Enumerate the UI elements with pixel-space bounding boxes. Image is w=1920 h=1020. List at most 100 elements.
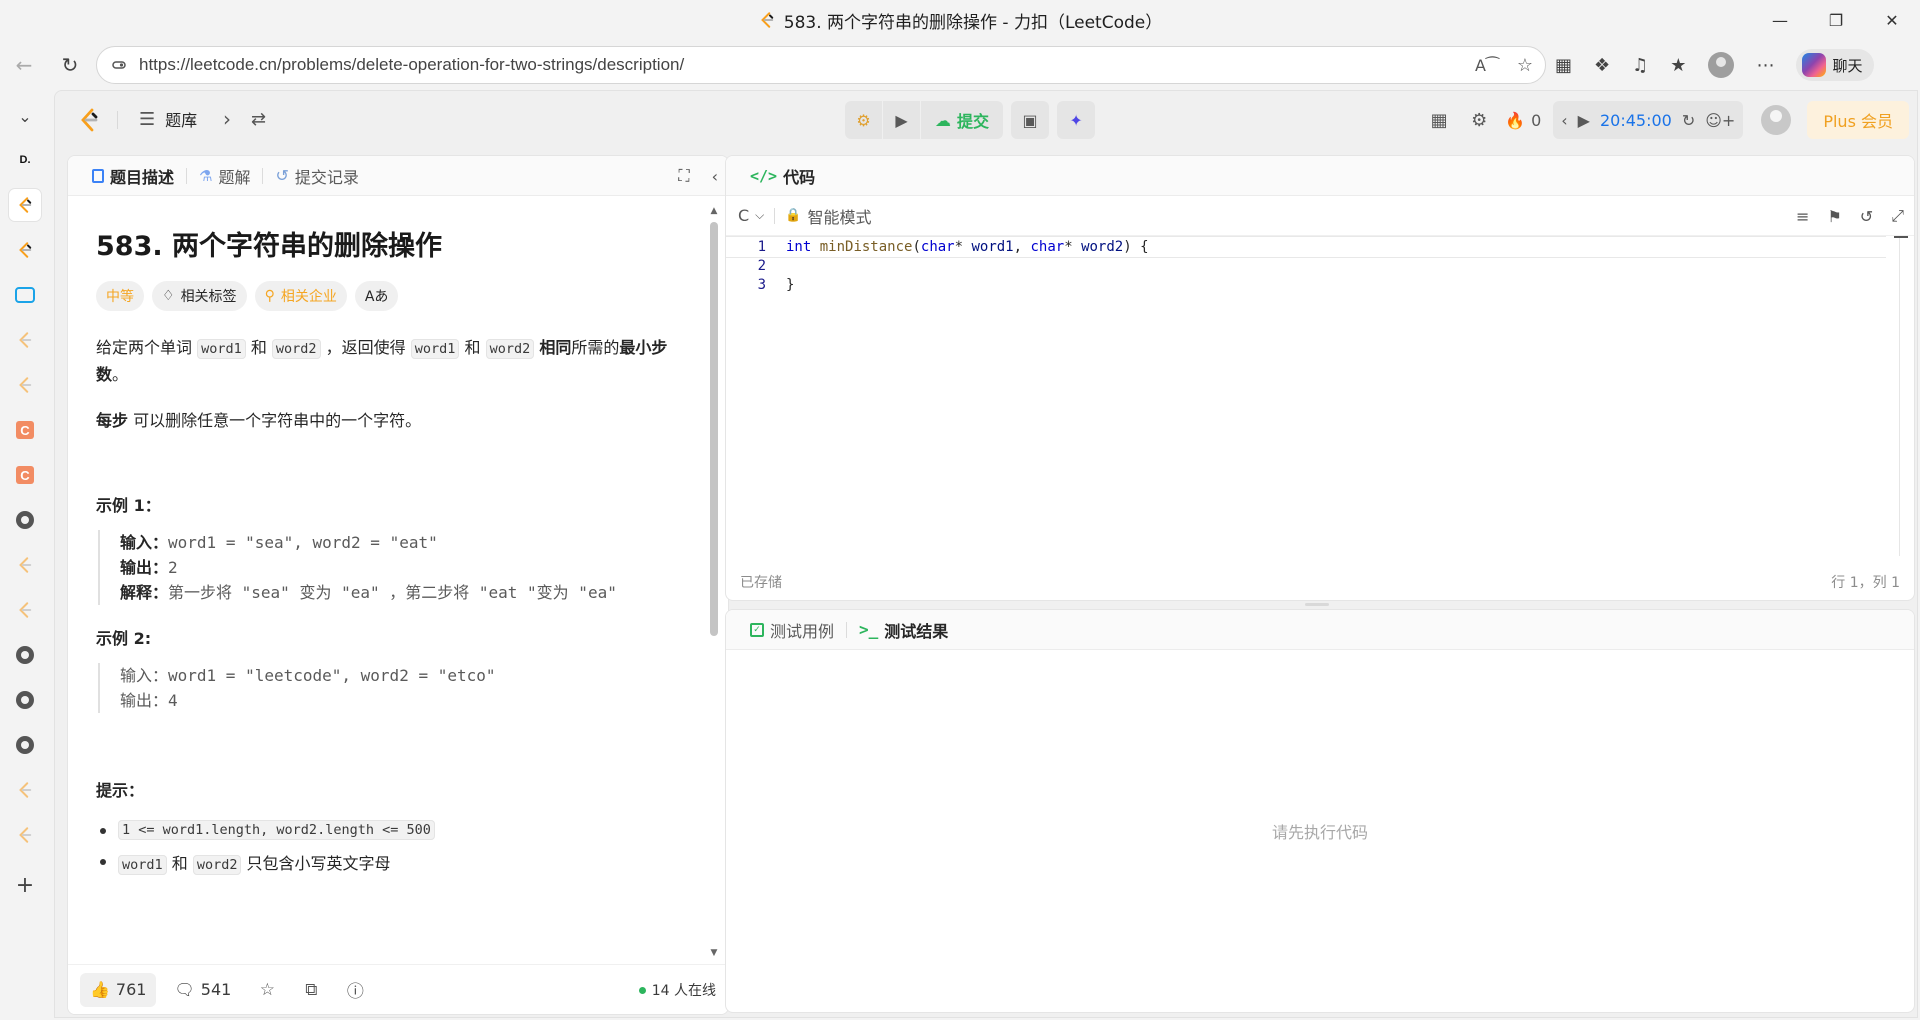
panel-resize-handle[interactable]	[1305, 603, 1329, 606]
code-text: int minDistance(char* word1, char* word2…	[786, 239, 1149, 255]
debug-icon[interactable]: ⚙	[845, 101, 883, 139]
address-bar[interactable]: https://leetcode.cn/problems/delete-oper…	[96, 46, 1546, 84]
problem-title[interactable]: 583. 两个字符串的删除操作	[96, 224, 682, 263]
sidebar-tab-github-2[interactable]	[9, 639, 41, 671]
sidebar-tab-leetcode-5[interactable]	[9, 549, 41, 581]
next-problem-icon[interactable]: ›	[223, 107, 231, 131]
font-size-button[interactable]: Aあ	[354, 281, 399, 311]
sidebar-tab-leetcode-8[interactable]	[9, 819, 41, 851]
tag-icon: ♢	[162, 288, 175, 304]
timer-play-icon[interactable]: ▶	[1578, 111, 1590, 130]
sidebar-collapse-icon[interactable]: ⌄	[9, 100, 41, 132]
description-paragraph-2: 每步 可以删除任意一个字符串中的一个字符。	[96, 411, 422, 430]
window-title: 583. 两个字符串的删除操作 - 力扣（LeetCode）	[758, 8, 1162, 33]
share-icon[interactable]: ⧉	[293, 973, 329, 1007]
github-icon	[16, 511, 34, 529]
fullscreen-icon[interactable]: ⛶	[678, 166, 689, 186]
c-site-icon: C	[16, 466, 34, 484]
sidebar-tab-leetcode-3[interactable]	[9, 324, 41, 356]
leetcode-icon	[19, 782, 32, 798]
sidebar-tab-leetcode-4[interactable]	[9, 369, 41, 401]
layout-grid-icon[interactable]: ▦	[1419, 101, 1459, 139]
checkbox-icon: ✓	[750, 622, 764, 637]
sidebar-tab-leetcode-7[interactable]	[9, 774, 41, 806]
favorite-star-icon[interactable]: ☆	[1517, 55, 1533, 76]
like-button[interactable]: 👍 761	[80, 972, 157, 1007]
minimize-button[interactable]: —	[1752, 0, 1808, 40]
collapse-panel-icon[interactable]: ‹	[712, 167, 718, 186]
tab-test-result[interactable]: >_ 测试结果	[847, 610, 960, 650]
bookmark-icon[interactable]: ⚑	[1827, 207, 1841, 226]
line-number: 1	[757, 239, 766, 255]
back-button[interactable]: ←	[4, 47, 44, 83]
streak-counter[interactable]: 🔥 0	[1505, 111, 1541, 130]
online-dot-icon	[638, 986, 646, 994]
saved-status: 已存储	[740, 575, 782, 591]
code-line[interactable]: 3 }	[726, 274, 1886, 296]
timer-collapse-icon[interactable]: ‹	[1561, 111, 1567, 130]
more-menu-icon[interactable]: ⋯	[1756, 55, 1774, 76]
sidebar-tab-leetcode-6[interactable]	[9, 594, 41, 626]
history-icon: ↺	[275, 166, 289, 185]
star-icon[interactable]: ☆	[249, 973, 285, 1007]
site-info-icon[interactable]	[111, 57, 127, 73]
media-icon[interactable]: ♫	[1632, 55, 1648, 76]
example-1-block: 输入：word1 = "sea", word2 = "eat" 输出：2 解释：…	[98, 530, 682, 605]
help-icon[interactable]: ⓘ	[337, 973, 373, 1007]
comments-button[interactable]: 🗨 541	[164, 973, 241, 1007]
constraints-list: 1 <= word1.length, word2.length <= 500 w…	[96, 819, 682, 875]
timer-reset-icon[interactable]: ↻	[1682, 111, 1695, 130]
tab-testcases[interactable]: ✓ 测试用例	[738, 610, 846, 650]
reset-code-icon[interactable]: ↺	[1860, 207, 1873, 226]
language-select[interactable]: C ⌵	[738, 206, 764, 225]
tab-description[interactable]: 题目描述	[80, 156, 186, 196]
run-icon[interactable]: ▶	[883, 101, 921, 139]
sidebar-tab-leetcode-active[interactable]	[9, 189, 41, 221]
github-icon	[16, 736, 34, 754]
code-editor[interactable]: 1 int minDistance(char* word1, char* wor…	[726, 236, 1914, 551]
github-icon	[16, 691, 34, 709]
favorites-icon[interactable]: ★	[1670, 55, 1686, 76]
smart-mode-toggle[interactable]: 🔒 智能模式	[785, 204, 871, 228]
sidebar-tab-github-1[interactable]	[9, 504, 41, 536]
leetcode-logo-icon[interactable]	[77, 107, 101, 133]
sidebar-tab-github-3[interactable]	[9, 684, 41, 716]
plus-membership-button[interactable]: Plus 会员	[1807, 101, 1909, 139]
add-friend-icon[interactable]: ☺+	[1705, 111, 1735, 130]
submit-button[interactable]: ☁ 提交	[921, 101, 1003, 139]
sidebar-tab-bilibili[interactable]	[9, 279, 41, 311]
sidebar-tab-c-site-2[interactable]: C	[9, 459, 41, 491]
random-problem-icon[interactable]: ⇄	[251, 109, 266, 130]
leetcode-header: ☰ 题库 ‹ › ⇄ ⚙ ▶ ☁ 提交 ▣ ✦ ▦ ⚙ 🔥 0 ‹ ▶ 20:4…	[55, 91, 1919, 149]
close-window-button[interactable]: ✕	[1864, 0, 1920, 40]
extensions-icon[interactable]: ❖	[1594, 55, 1610, 76]
description-scrollbar[interactable]: ▲ ▼	[709, 206, 719, 958]
list-icon: ☰	[139, 108, 156, 130]
prev-problem-icon[interactable]: ‹	[189, 107, 197, 131]
sidebar-tab-download[interactable]: D.	[9, 144, 41, 176]
ai-sparkle-icon[interactable]: ✦	[1057, 101, 1095, 139]
add-tab-plus-icon[interactable]: +	[9, 869, 41, 901]
tab-submissions[interactable]: ↺ 提交记录	[263, 156, 370, 196]
profile-avatar[interactable]	[1708, 52, 1735, 78]
restore-button[interactable]: ❐	[1808, 0, 1864, 40]
topics-tag-button[interactable]: ♢ 相关标签	[152, 281, 247, 311]
sidebar-tab-c-site-1[interactable]: C	[9, 414, 41, 446]
qr-code-icon[interactable]: ▦	[1555, 55, 1572, 76]
tab-code[interactable]: </> 代码	[738, 156, 827, 196]
user-avatar[interactable]	[1761, 105, 1792, 135]
settings-gear-icon[interactable]: ⚙	[1459, 101, 1499, 139]
read-aloud-icon[interactable]: A⁀	[1475, 56, 1499, 75]
expand-icon[interactable]: ⤢	[1891, 206, 1904, 226]
notes-icon[interactable]: ▣	[1011, 101, 1049, 139]
refresh-button[interactable]: ↻	[50, 47, 90, 83]
flask-icon: ⚗	[199, 166, 213, 185]
format-code-icon[interactable]: ≡	[1796, 207, 1809, 226]
copilot-chat-button[interactable]: 聊天	[1796, 49, 1875, 81]
companies-tag-button[interactable]: ⚲ 相关企业	[254, 281, 347, 311]
sidebar-tab-github-4[interactable]	[9, 729, 41, 761]
editor-scrollbar[interactable]	[1894, 236, 1908, 556]
tab-solutions[interactable]: ⚗ 题解	[187, 156, 262, 196]
sidebar-tab-leetcode-2[interactable]	[9, 234, 41, 266]
url-text[interactable]: https://leetcode.cn/problems/delete-oper…	[139, 55, 684, 75]
